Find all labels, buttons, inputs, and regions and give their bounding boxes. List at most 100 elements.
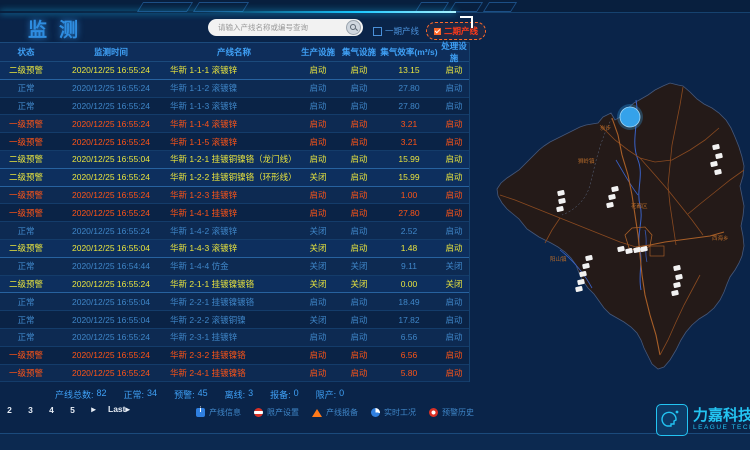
search-box: [208, 19, 363, 36]
monitoring-table: 状态 监测时间 产线名称 生产设施 集气设施 集气效率(m³/s) 处理设施 二…: [0, 42, 470, 382]
checked-checkbox-icon: [434, 28, 441, 35]
production-facility-cell: 启动: [298, 153, 338, 165]
efficiency-cell: 2.52: [380, 226, 438, 236]
treatment-facility-cell: 启动: [438, 314, 470, 326]
map-landmass: [497, 83, 744, 369]
time-cell: 2020/12/25 16:54:44: [52, 261, 170, 271]
efficiency-cell: 27.80: [380, 83, 438, 93]
page-button[interactable]: 3: [20, 405, 41, 415]
status-cell: 二级预警: [0, 278, 52, 290]
site-marker-icon[interactable]: [577, 279, 585, 285]
gas-facility-cell: 启动: [338, 171, 380, 183]
legend-button-limit-circle[interactable]: 限产设置: [254, 407, 299, 418]
search-input[interactable]: [216, 22, 346, 33]
production-facility-cell: 启动: [298, 296, 338, 308]
table-row[interactable]: 一级预警 2020/12/25 16:55:24 华新 1-4-1 挂镀锌 启动…: [0, 204, 469, 222]
cyan-accent-line: [0, 11, 456, 13]
gas-facility-cell: 启动: [338, 82, 380, 94]
table-row[interactable]: 正常 2020/12/25 16:55:24 华新 1-1-2 滚镀镍 启动 启…: [0, 80, 469, 98]
next-page-icon[interactable]: ▸: [83, 404, 104, 415]
gas-facility-cell: 启动: [338, 207, 380, 219]
summary-item: 正常:34: [124, 388, 158, 401]
table-row[interactable]: 二级预警 2020/12/25 16:55:24 华新 1-1-1 滚镀锌 启动…: [0, 62, 469, 80]
line-name-cell: 华新 2-3-1 挂镀锌: [170, 331, 298, 343]
treatment-facility-cell: 启动: [438, 64, 470, 76]
legend-button-report-triangle[interactable]: 产线报备: [312, 407, 358, 418]
table-row[interactable]: 正常 2020/12/25 16:54:44 华新 1-4-4 仿金 关闭 关闭…: [0, 258, 469, 276]
time-cell: 2020/12/25 16:55:04: [52, 154, 170, 164]
line-name-cell: 华新 2-2-2 滚镀铜镍: [170, 314, 298, 326]
table-row[interactable]: 正常 2020/12/25 16:55:04 华新 2-2-1 挂镀镍镀铬 启动…: [0, 293, 469, 311]
table-row[interactable]: 正常 2020/12/25 16:55:04 华新 2-2-2 滚镀铜镍 关闭 …: [0, 311, 469, 329]
map-place-label: 狮岭镇: [578, 157, 595, 165]
status-cell: 一级预警: [0, 207, 52, 219]
legend-button-realtime-gauge[interactable]: 实时工况: [371, 407, 416, 418]
page-button[interactable]: 4: [41, 405, 62, 415]
status-cell: 正常: [0, 331, 52, 343]
treatment-facility-cell: 启动: [438, 331, 470, 343]
time-cell: 2020/12/25 16:55:24: [52, 226, 170, 236]
region-map: 炭步狮岭镇花都区西海乡阳山镇: [480, 55, 750, 400]
gas-facility-cell: 启动: [338, 349, 380, 361]
phase2-button[interactable]: 二期产线: [426, 22, 486, 40]
table-row[interactable]: 一级预警 2020/12/25 16:55:24 华新 1-1-5 滚镀锌 启动…: [0, 133, 469, 151]
time-cell: 2020/12/25 16:55:24: [52, 368, 170, 378]
table-row[interactable]: 正常 2020/12/25 16:55:24 华新 1-1-3 滚镀锌 启动 启…: [0, 98, 469, 116]
efficiency-cell: 6.56: [380, 332, 438, 342]
table-row[interactable]: 一级预警 2020/12/25 16:55:24 华新 1-1-4 滚镀锌 启动…: [0, 115, 469, 133]
time-cell: 2020/12/25 16:55:24: [52, 190, 170, 200]
cluster-marker-icon[interactable]: [620, 107, 640, 127]
line-name-cell: 华新 1-1-3 滚镀锌: [170, 100, 298, 112]
legend-button-info-square[interactable]: 产线信息: [196, 407, 241, 418]
site-marker-icon[interactable]: [575, 286, 583, 292]
status-cell: 二级预警: [0, 153, 52, 165]
time-cell: 2020/12/25 16:55:04: [52, 243, 170, 253]
table-row[interactable]: 正常 2020/12/25 16:55:24 华新 2-3-1 挂镀锌 启动 启…: [0, 329, 469, 347]
phase1-checkbox[interactable]: 一期产线: [373, 25, 419, 37]
realtime-gauge-icon: [371, 408, 380, 417]
efficiency-cell: 27.80: [380, 101, 438, 111]
table-row[interactable]: 二级预警 2020/12/25 16:55:04 华新 1-2-1 挂镀铜镍铬（…: [0, 151, 469, 169]
page-button[interactable]: 2: [0, 405, 20, 415]
line-name-cell: 华新 1-1-5 滚镀锌: [170, 136, 298, 148]
time-cell: 2020/12/25 16:55:24: [52, 65, 170, 75]
status-cell: 二级预警: [0, 242, 52, 254]
efficiency-cell: 0.00: [380, 279, 438, 289]
table-row[interactable]: 二级预警 2020/12/25 16:55:04 华新 1-4-3 滚镀锌 关闭…: [0, 240, 469, 258]
efficiency-cell: 1.48: [380, 243, 438, 253]
status-cell: 正常: [0, 82, 52, 94]
table-row[interactable]: 一级预警 2020/12/25 16:55:24 华新 2-3-2 挂镀镍铬 启…: [0, 347, 469, 365]
line-name-cell: 华新 2-4-1 挂镀镍铬: [170, 367, 298, 379]
table-row[interactable]: 二级预警 2020/12/25 16:55:24 华新 1-2-2 挂镀铜镍铬（…: [0, 169, 469, 187]
legend-label: 产线信息: [209, 407, 241, 418]
page-button[interactable]: 5: [62, 405, 83, 415]
summary-item: 限产:0: [316, 388, 345, 401]
production-facility-cell: 启动: [298, 367, 338, 379]
gas-facility-cell: 启动: [338, 225, 380, 237]
table-row[interactable]: 正常 2020/12/25 16:55:24 华新 1-4-2 滚镀锌 关闭 启…: [0, 222, 469, 240]
table-row[interactable]: 一级预警 2020/12/25 16:55:24 华新 1-2-3 挂镀锌 启动…: [0, 187, 469, 205]
gas-facility-cell: 启动: [338, 367, 380, 379]
line-name-cell: 华新 1-4-1 挂镀锌: [170, 207, 298, 219]
efficiency-cell: 15.99: [380, 172, 438, 182]
pagination: 12345▸Last▸: [0, 404, 134, 415]
treatment-facility-cell: 关闭: [438, 278, 470, 290]
header-divider-line: [456, 12, 750, 13]
monitoring-dashboard: 监测 一期产线 二期产线 状态 监测时间 产线名称 生产设施 集气设施 集气效率…: [0, 0, 750, 450]
time-cell: 2020/12/25 16:55:24: [52, 279, 170, 289]
gas-facility-cell: 关闭: [338, 278, 380, 290]
production-facility-cell: 启动: [298, 136, 338, 148]
table-row[interactable]: 一级预警 2020/12/25 16:55:24 华新 2-4-1 挂镀镍铬 启…: [0, 365, 469, 383]
production-facility-cell: 关闭: [298, 260, 338, 272]
legend-button-alarm-history[interactable]: 预警历史: [429, 407, 474, 418]
gas-facility-cell: 启动: [338, 331, 380, 343]
time-cell: 2020/12/25 16:55:24: [52, 208, 170, 218]
table-row[interactable]: 二级预警 2020/12/25 16:55:24 华新 2-1-1 挂镀镍镀铬 …: [0, 276, 469, 294]
status-cell: 正常: [0, 100, 52, 112]
last-page-button[interactable]: Last▸: [104, 404, 134, 415]
time-cell: 2020/12/25 16:55:04: [52, 315, 170, 325]
corner-bracket-decoration: [460, 16, 473, 28]
production-facility-cell: 启动: [298, 331, 338, 343]
logo-company-name-en: LEAGUE TECH: [693, 425, 750, 432]
search-icon[interactable]: [346, 20, 361, 35]
